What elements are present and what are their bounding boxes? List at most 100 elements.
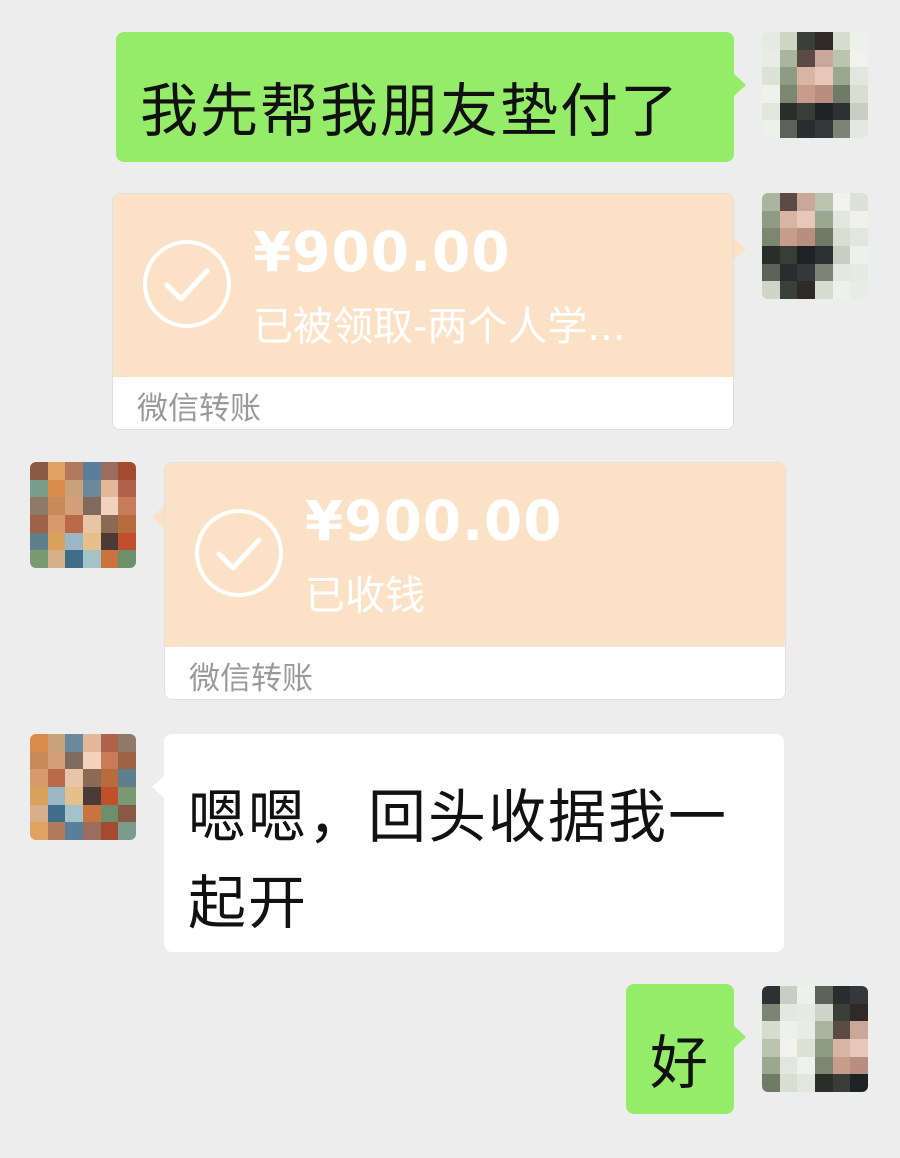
avatar-pixel [797, 1021, 815, 1039]
avatar-pixel [47, 532, 66, 551]
avatar-pixel [30, 550, 48, 568]
check-circle-icon [195, 509, 283, 597]
avatar-pixel [814, 210, 833, 229]
avatar-pixel [30, 462, 48, 480]
avatar-pixel [30, 804, 48, 823]
avatar-pixel [82, 462, 101, 480]
avatar-pixel [65, 497, 83, 515]
message-bubble-outgoing[interactable]: 我先帮我朋友垫付了 [116, 32, 734, 162]
avatar-pixel [797, 245, 815, 264]
avatar-pixel [762, 1074, 780, 1092]
transfer-card-incoming[interactable]: ¥900.00 已收钱 微信转账 [164, 462, 786, 700]
my-avatar[interactable] [762, 986, 868, 1092]
avatar-pixel [30, 532, 48, 551]
avatar-pixel [850, 281, 868, 299]
avatar-pixel [118, 804, 136, 823]
avatar-pixel [850, 102, 868, 121]
avatar-pixel [82, 804, 101, 823]
avatar-pixel [850, 49, 868, 68]
avatar-pixel [47, 804, 66, 823]
avatar-pixel [47, 514, 66, 533]
transfer-status: 已被领取-两个人学... [253, 304, 626, 350]
avatar-pixel [832, 1003, 851, 1022]
avatar-pixel [850, 32, 868, 50]
avatar-pixel [762, 67, 780, 85]
avatar-pixel [832, 281, 851, 299]
message-bubble-outgoing[interactable]: 好 [626, 984, 734, 1114]
avatar-pixel [797, 210, 815, 229]
avatar-pixel [850, 84, 868, 103]
avatar-pixel [118, 550, 136, 568]
avatar-pixel [100, 550, 119, 568]
avatar-pixel [762, 32, 780, 50]
contact-avatar[interactable] [30, 734, 136, 840]
avatar-pixel [814, 245, 833, 264]
avatar-pixel [82, 514, 101, 533]
avatar-pixel [762, 193, 780, 211]
transfer-card-body: ¥900.00 已收钱 [165, 463, 785, 647]
avatar-pixel [47, 462, 66, 480]
avatar-pixel [118, 514, 136, 533]
avatar-pixel [65, 479, 83, 498]
avatar-pixel [30, 786, 48, 805]
avatar-pixel [832, 1038, 851, 1057]
avatar-pixel [814, 228, 833, 246]
avatar-pixel [30, 497, 48, 515]
avatar-pixel [832, 120, 851, 138]
my-avatar[interactable] [762, 193, 868, 299]
avatar-pixel [850, 210, 868, 229]
avatar-pixel [65, 514, 83, 533]
avatar-pixel [82, 479, 101, 498]
avatar-pixel [762, 120, 780, 138]
avatar-pixel [118, 497, 136, 515]
check-circle-icon [143, 240, 231, 328]
avatar-pixel [118, 479, 136, 498]
avatar-pixel [82, 734, 101, 752]
avatar-pixel [779, 32, 798, 50]
avatar-pixel [65, 462, 83, 480]
avatar-pixel [797, 228, 815, 246]
contact-avatar[interactable] [30, 462, 136, 568]
avatar-pixel [850, 67, 868, 85]
avatar-pixel [65, 734, 83, 752]
bubble-tail [734, 74, 746, 96]
avatar-pixel [779, 210, 798, 229]
avatar-pixel [797, 120, 815, 138]
avatar-pixel [65, 550, 83, 568]
avatar-pixel [30, 479, 48, 498]
avatar-pixel [797, 1003, 815, 1022]
transfer-amount: ¥900.00 [253, 220, 511, 284]
bubble-tail [734, 238, 746, 260]
avatar-pixel [814, 84, 833, 103]
avatar-pixel [82, 751, 101, 770]
avatar-pixel [762, 986, 780, 1004]
avatar-pixel [47, 479, 66, 498]
transfer-card-body: ¥900.00 已被领取-两个人学... [113, 194, 733, 378]
avatar-pixel [65, 769, 83, 787]
avatar-pixel [814, 120, 833, 138]
avatar-pixel [65, 822, 83, 840]
avatar-pixel [30, 514, 48, 533]
avatar-pixel [832, 210, 851, 229]
avatar-pixel [797, 32, 815, 50]
avatar-pixel [779, 193, 798, 211]
avatar-pixel [82, 769, 101, 787]
avatar-pixel [832, 228, 851, 246]
avatar-pixel [797, 281, 815, 299]
avatar-pixel [850, 986, 868, 1004]
my-avatar[interactable] [762, 32, 868, 138]
avatar-pixel [82, 822, 101, 840]
transfer-card-outgoing[interactable]: ¥900.00 已被领取-两个人学... 微信转账 [112, 193, 734, 430]
avatar-pixel [850, 193, 868, 211]
avatar-pixel [850, 1056, 868, 1075]
avatar-pixel [832, 84, 851, 103]
avatar-pixel [779, 986, 798, 1004]
avatar-pixel [797, 986, 815, 1004]
avatar-pixel [850, 1074, 868, 1092]
avatar-pixel [814, 986, 833, 1004]
avatar-pixel [100, 804, 119, 823]
chat-view: 我先帮我朋友垫付了 ¥900.00 已被领取-两个人学... 微信转账 ¥900… [0, 0, 900, 1158]
avatar-pixel [762, 84, 780, 103]
avatar-pixel [779, 281, 798, 299]
message-bubble-incoming[interactable]: 嗯嗯，回头收据我一 起开 [164, 734, 784, 952]
